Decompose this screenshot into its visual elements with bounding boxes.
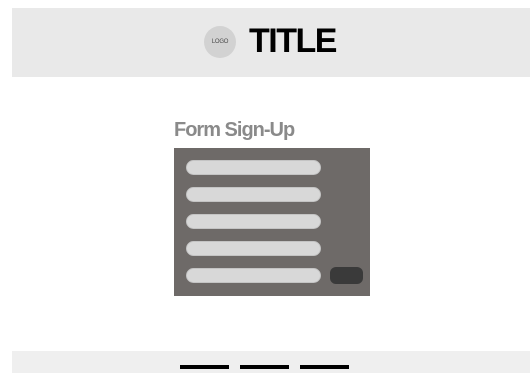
form-field-1[interactable] (186, 160, 321, 175)
footer-link-3[interactable] (300, 365, 349, 369)
form-heading: Form Sign-Up (174, 119, 295, 141)
footer-bar (12, 351, 530, 373)
form-field-3[interactable] (186, 214, 321, 229)
form-field-4[interactable] (186, 241, 321, 256)
logo-text: LOGO (211, 39, 229, 45)
submit-button[interactable] (330, 267, 363, 284)
form-field-2[interactable] (186, 187, 321, 202)
logo: LOGO (204, 26, 236, 58)
footer-link-2[interactable] (240, 365, 289, 369)
footer-link-1[interactable] (180, 365, 229, 369)
form-field-5[interactable] (186, 268, 321, 283)
page-title: TITLE (249, 22, 337, 60)
